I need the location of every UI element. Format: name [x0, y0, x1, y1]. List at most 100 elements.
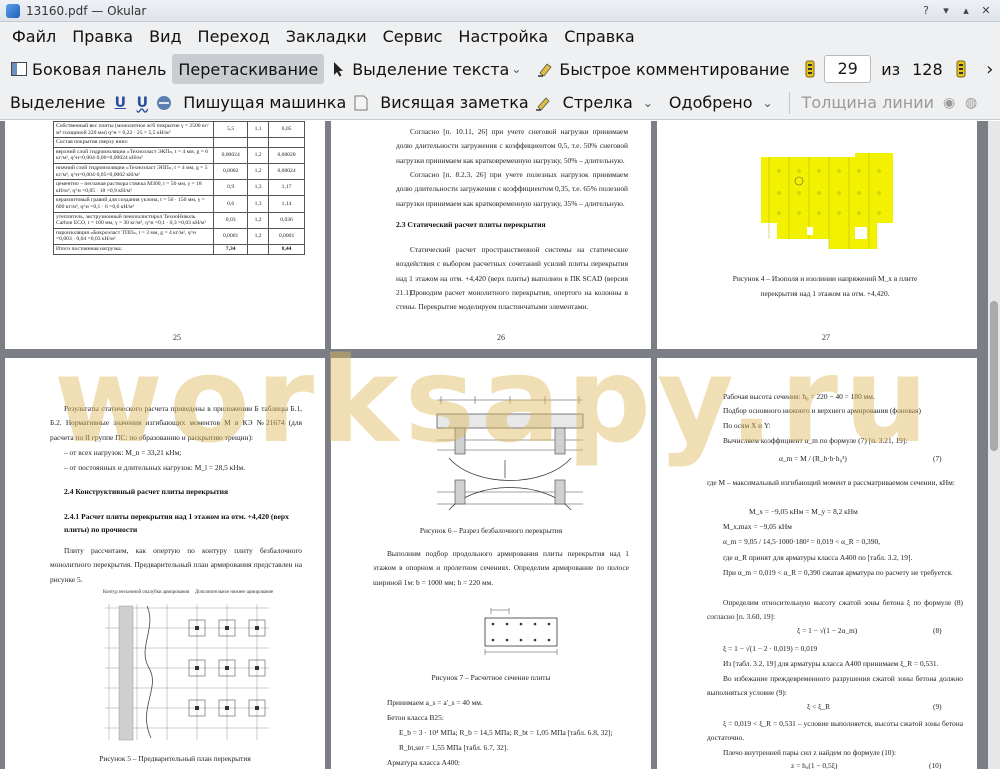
drag-mode-label: Перетаскивание: [178, 59, 319, 79]
stress-contour-figure: [759, 153, 895, 251]
previous-page-icon[interactable]: [803, 60, 816, 78]
table-cell: 0,036: [268, 211, 305, 229]
figure-label: Дополнительное нижнее армирование: [195, 590, 274, 595]
table-cell: Итого постоянная нагрузка:: [52, 243, 215, 255]
sticky-note-button[interactable]: Висящая заметка: [374, 88, 534, 118]
table-cell: 6,05: [268, 121, 305, 139]
formula: ξ = 1 − √(1 − 2α_m): [797, 626, 858, 635]
toolbar-overflow-icon[interactable]: ›: [983, 59, 996, 80]
chevron-down-icon[interactable]: ⌄: [511, 62, 521, 76]
scrollbar-thumb[interactable]: [990, 301, 998, 451]
document-view[interactable]: Собственный вес плиты (монолитное ж/б по…: [0, 121, 988, 769]
line-width-button[interactable]: Толщина линии: [796, 88, 941, 118]
calc-section-figure: [479, 604, 561, 660]
figure-caption: Рисунок 7 – Расчетное сечение плиты: [431, 673, 551, 682]
table-cell: 1,17: [268, 179, 305, 197]
close-icon[interactable]: ✕: [978, 3, 994, 19]
table-cell: 1,3: [247, 179, 270, 197]
table-cell: 0,9: [213, 179, 249, 197]
loads-table: Собственный вес плиты (монолитное ж/б по…: [52, 121, 305, 255]
page-number: 26: [497, 333, 505, 342]
menu-help[interactable]: Справка: [556, 22, 643, 52]
note-icon: [352, 94, 370, 112]
paragraph: E_b = 3 · 10⁴ МПа; R_b = 14,5 МПа; R_bt …: [399, 728, 613, 737]
paragraph: M_x,max = −9,05 кНм: [723, 522, 792, 531]
menu-view[interactable]: Вид: [141, 22, 189, 52]
menu-tools[interactable]: Сервис: [375, 22, 451, 52]
paragraph: Из [табл. 3.2, 19] для арматуры класса А…: [723, 659, 939, 668]
menu-file[interactable]: Файл: [4, 22, 64, 52]
annotation-toolbar: Выделение U U Пишущая машинка Висящая за…: [0, 86, 1000, 120]
calc-section-drawing: [484, 608, 558, 655]
figure-caption: Рисунок 6 – Разрез безбалочного перекрыт…: [419, 526, 563, 535]
table-cell: 0,6: [213, 195, 249, 213]
sidebar-button[interactable]: Боковая панель: [4, 54, 172, 84]
arrow-button[interactable]: Стрелка ⌄: [557, 88, 663, 118]
menu-bookmarks[interactable]: Закладки: [278, 22, 375, 52]
underline-icon[interactable]: U: [111, 94, 129, 112]
table-cell: нижний слой гидроизоляции «Техноэласт ЭП…: [52, 162, 215, 181]
table-cell: верхний слой гидроизоляции «Техноэласт Э…: [52, 146, 215, 164]
table-cell: 0,00024: [213, 146, 249, 164]
slab-section-figure: [435, 392, 585, 522]
text-select-label: Выделение текста: [352, 59, 510, 79]
pdf-page-27: Рисунок 4 – Изополя и изолинии напряжени…: [657, 121, 977, 349]
chevron-down-icon[interactable]: ⌄: [762, 96, 772, 110]
paragraph: При α_m = 0,019 < α_R = 0,390 сжатая арм…: [723, 568, 953, 577]
maximize-icon[interactable]: ▴: [958, 3, 974, 19]
sidebar-icon: [10, 60, 28, 78]
formula-number: (10): [929, 761, 942, 769]
reinforcement-plan-figure: Контур несъемной опалубки армирования До…: [97, 590, 277, 748]
table-cell: 0,0002: [213, 162, 249, 181]
pen-icon: [535, 94, 553, 112]
table-cell: 5,5: [213, 121, 249, 139]
select-annotation-button[interactable]: Выделение: [4, 88, 111, 118]
typewriter-button[interactable]: Пишущая машинка: [177, 88, 352, 118]
text-select-button[interactable]: Выделение текста ⌄: [324, 54, 531, 84]
squiggly-underline-icon[interactable]: U: [133, 94, 151, 112]
list-item: – от всех нагрузок: M_n = 33,21 кНм;: [64, 448, 182, 457]
table-cell: 8,44: [268, 243, 305, 255]
drag-mode-button[interactable]: Перетаскивание: [172, 54, 325, 84]
section-heading: 2.3 Статический расчет плиты перекрытия: [396, 220, 546, 229]
opacity-icon[interactable]: ◍: [962, 94, 980, 112]
formula-number: (7): [933, 454, 942, 463]
arrow-label: Стрелка: [562, 93, 633, 112]
next-page-icon[interactable]: [955, 60, 968, 78]
table-cell: 0,03: [213, 211, 249, 229]
menu-settings[interactable]: Настройка: [450, 22, 556, 52]
paragraph: Проводим расчет монолитного перекрытия, …: [396, 288, 628, 312]
table-cell: 7,34: [213, 243, 249, 255]
chevron-down-icon[interactable]: ⌄: [643, 96, 653, 110]
table-cell: [268, 137, 305, 148]
table-cell: [247, 137, 270, 148]
paragraph: По осям X и Y:: [723, 421, 771, 430]
paragraph: Бетон класса В25:: [387, 713, 444, 722]
main-toolbar: Боковая панель Перетаскивание Выделение …: [0, 52, 1000, 86]
slab-section-drawing: [436, 396, 584, 511]
paragraph: Плиту рассчитаем, как опертую по контуру…: [50, 546, 302, 584]
minimize-icon[interactable]: ▾: [938, 3, 954, 19]
page-number-input[interactable]: 29: [824, 55, 872, 83]
pdf-page-28: Результаты статического расчета приведен…: [5, 358, 325, 769]
menu-go[interactable]: Переход: [190, 22, 278, 52]
quick-comment-button[interactable]: Быстрое комментирование: [531, 54, 795, 84]
paragraph: где α_R принят для арматуры класса А400 …: [723, 553, 913, 562]
help-icon[interactable]: ?: [918, 3, 934, 19]
table-cell: Состав покрытия сверху вниз:: [52, 137, 215, 148]
stress-contour-plot: [761, 153, 893, 249]
paragraph: α_m = 9,05 / 14,5·1000·180² = 0,019 < α_…: [723, 537, 880, 546]
paragraph: ξ = 0,019 < ξ_R = 0,531 – условие выполн…: [707, 719, 963, 743]
stamp-button[interactable]: Одобрено ⌄: [663, 88, 783, 118]
strikeout-icon[interactable]: [155, 94, 173, 112]
formula: α_m = M / (R_b·b·h₀²): [779, 454, 847, 463]
table-cell: 1,3: [247, 195, 270, 213]
color-palette-icon[interactable]: ◉: [940, 94, 958, 112]
vertical-scrollbar[interactable]: [988, 121, 1000, 769]
toolbar-separator: [788, 91, 790, 114]
table-cell: 0,0001: [268, 227, 305, 245]
table-cell: пароизоляция «Бикроэласт ТПП», t = 3 мм,…: [52, 227, 215, 245]
menu-edit[interactable]: Правка: [64, 22, 141, 52]
section-heading: 2.4.1 Расчет плиты перекрытия над 1 этаж…: [64, 512, 289, 534]
okular-app-icon: [6, 3, 20, 18]
